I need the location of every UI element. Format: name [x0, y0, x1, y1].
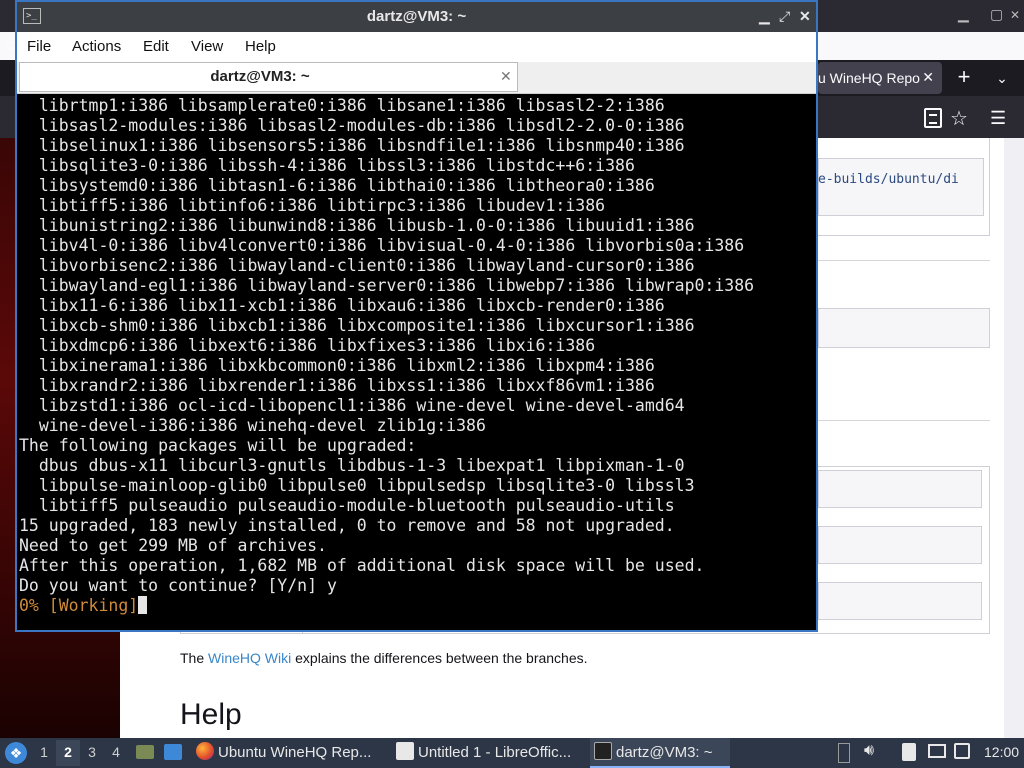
code-snippet: e-builds/ubuntu/di — [818, 172, 959, 187]
table-cell — [818, 526, 982, 564]
divider — [818, 420, 990, 421]
clock[interactable]: 12:00 — [984, 744, 1019, 760]
taskbar-item-label: Untitled 1 - LibreOffic... — [418, 744, 572, 761]
terminal-icon — [594, 742, 612, 760]
reader-view-icon[interactable] — [924, 108, 942, 128]
terminal-line: libxcb-shm0:i386 libxcb1:i386 libxcompos… — [19, 316, 695, 335]
terminal-tab[interactable]: dartz@VM3: ~ ✕ — [19, 62, 518, 92]
menu-help[interactable]: Help — [245, 38, 276, 55]
terminal-line: The following packages will be upgraded: — [19, 436, 417, 455]
maximize-button[interactable]: ⤢ — [779, 8, 790, 25]
close-button[interactable]: ✕ — [799, 8, 811, 25]
terminal-line: libpulse-mainloop-glib0 libpulse0 libpul… — [19, 476, 695, 495]
terminal-line: libzstd1:i386 ocl-icd-libopencl1:i386 wi… — [19, 396, 685, 415]
taskbar-item-terminal[interactable]: dartz@VM3: ~ — [590, 738, 730, 768]
page-scrollbar[interactable] — [1004, 138, 1024, 738]
code-block — [818, 158, 984, 216]
taskbar-item-label: Ubuntu WineHQ Rep... — [218, 744, 372, 761]
terminal-line: libtiff5:i386 libtinfo6:i386 libtirpc3:i… — [19, 196, 606, 215]
terminal-line: libsystemd0:i386 libtasn1-6:i386 libthai… — [19, 176, 655, 195]
firefox-icon — [196, 742, 214, 760]
terminal-line: libtiff5 pulseaudio pulseaudio-module-bl… — [19, 496, 675, 515]
terminal-window[interactable]: >_ dartz@VM3: ~ ▁ ⤢ ✕ File Actions Edit … — [15, 0, 818, 632]
code-block — [818, 308, 990, 348]
terminal-line: libvorbisenc2:i386 libwayland-client0:i3… — [19, 256, 695, 275]
workspace-2[interactable]: 2 — [59, 744, 77, 760]
workspace-1[interactable]: 1 — [35, 744, 53, 760]
wiki-text-suffix: explains the differences between the bra… — [291, 650, 588, 666]
browser-tab-winehq[interactable]: u WineHQ Repo ✕ — [818, 62, 942, 94]
minimize-button[interactable]: ▁ — [759, 8, 770, 25]
table-cell — [818, 470, 982, 508]
document-icon — [396, 742, 414, 760]
help-heading: Help — [180, 698, 242, 731]
terminal-line: libx11-6:i386 libx11-xcb1:i386 libxau6:i… — [19, 296, 665, 315]
menu-file[interactable]: File — [27, 38, 51, 55]
network-icon[interactable] — [954, 743, 970, 759]
terminal-line: librtmp1:i386 libsamplerate0:i386 libsan… — [19, 96, 665, 115]
start-menu-icon[interactable]: ❖ — [5, 742, 27, 764]
display-icon[interactable] — [928, 744, 946, 758]
terminal-line: Do you want to continue? [Y/n] y — [19, 576, 337, 595]
workspace-3[interactable]: 3 — [83, 744, 101, 760]
show-desktop-icon[interactable] — [164, 744, 182, 760]
terminal-line: libsasl2-modules:i386 libsasl2-modules-d… — [19, 116, 685, 135]
terminal-window-title: dartz@VM3: ~ — [366, 8, 467, 25]
table-cell — [818, 582, 982, 620]
browser-minimize-button[interactable]: ▁ — [958, 6, 969, 23]
terminal-line: libselinux1:i386 libsensors5:i386 libsnd… — [19, 136, 685, 155]
terminal-tab-label: dartz@VM3: ~ — [210, 68, 310, 85]
terminal-lines: librtmp1:i386 libsamplerate0:i386 libsan… — [19, 96, 754, 616]
browser-tab-label: u WineHQ Repo — [818, 70, 920, 86]
terminal-line: After this operation, 1,682 MB of additi… — [19, 556, 705, 575]
clipboard-icon[interactable] — [902, 743, 916, 761]
taskbar-item-libreoffice[interactable]: Untitled 1 - LibreOffic... — [392, 738, 588, 768]
progress-text: 0% [Working] — [19, 596, 139, 615]
close-icon[interactable]: ✕ — [500, 68, 512, 85]
terminal-output[interactable]: librtmp1:i386 libsamplerate0:i386 libsan… — [17, 94, 816, 630]
divider — [818, 260, 990, 261]
terminal-line: libwayland-egl1:i386 libwayland-server0:… — [19, 276, 755, 295]
new-tab-button[interactable]: + — [952, 64, 976, 92]
bookmark-star-icon[interactable]: ☆ — [950, 106, 968, 131]
terminal-line: Need to get 299 MB of archives. — [19, 536, 327, 555]
terminal-line: libv4l-0:i386 libv4lconvert0:i386 libvis… — [19, 236, 745, 255]
terminal-line: 15 upgraded, 183 newly installed, 0 to r… — [19, 516, 675, 535]
terminal-line: libxdmcp6:i386 libxext6:i386 libxfixes3:… — [19, 336, 596, 355]
taskbar-item-firefox[interactable]: Ubuntu WineHQ Rep... — [192, 738, 380, 768]
taskbar-item-label: dartz@VM3: ~ — [616, 744, 713, 761]
winehq-wiki-link[interactable]: WineHQ Wiki — [208, 650, 291, 666]
terminal-line: libxrandr2:i386 libxrender1:i386 libxss1… — [19, 376, 655, 395]
hamburger-menu-icon[interactable]: ☰ — [990, 108, 1006, 129]
browser-close-button[interactable]: ✕ — [1010, 8, 1020, 22]
terminal-line: dbus dbus-x11 libcurl3-gnutls libdbus-1-… — [19, 456, 685, 475]
menu-view[interactable]: View — [191, 38, 223, 55]
close-icon[interactable]: ✕ — [922, 69, 934, 86]
terminal-menubar — [17, 32, 816, 62]
menu-edit[interactable]: Edit — [143, 38, 169, 55]
volume-icon[interactable]: 🔊︎ — [864, 742, 874, 760]
wiki-text-prefix: The — [180, 650, 209, 666]
workspace-4[interactable]: 4 — [107, 744, 125, 760]
text-cursor — [138, 596, 148, 614]
wiki-paragraph: The WineHQ Wiki explains the differences… — [180, 650, 588, 666]
terminal-line: wine-devel-i386:i386 winehq-devel zlib1g… — [19, 416, 486, 435]
browser-file-menu[interactable]: F — [6, 34, 15, 50]
tray-handle-icon[interactable] — [838, 743, 850, 763]
file-manager-icon[interactable] — [136, 745, 154, 759]
tab-list-button[interactable]: ⌄ — [990, 64, 1014, 92]
terminal-progress-line: 0% [Working] — [19, 596, 754, 616]
terminal-line: libsqlite3-0:i386 libssh-4:i386 libssl3:… — [19, 156, 635, 175]
terminal-line: libxinerama1:i386 libxkbcommon0:i386 lib… — [19, 356, 655, 375]
terminal-line: libunistring2:i386 libunwind8:i386 libus… — [19, 216, 695, 235]
browser-maximize-button[interactable]: ▢ — [990, 6, 1003, 23]
menu-actions[interactable]: Actions — [72, 38, 121, 55]
